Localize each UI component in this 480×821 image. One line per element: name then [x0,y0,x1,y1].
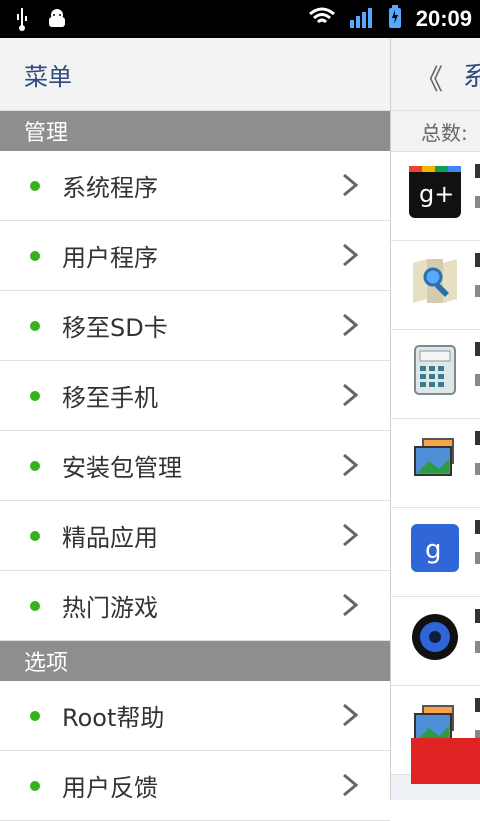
status-bar: 20:09 [0,0,480,38]
chevron-right-icon [338,241,362,269]
menu-item-label: 系统程序 [62,174,158,202]
drawer-title: 菜单 [24,62,72,91]
chevron-right-icon [338,311,362,339]
menu-item-user-feedback[interactable]: 用户反馈 [0,751,390,821]
text-fragment [475,431,480,445]
menu-item-label: 精品应用 [62,524,158,552]
menu-item-system-apps[interactable]: 系统程序 [0,151,390,221]
uninstall-button-partial[interactable] [411,738,480,784]
app-list-panel: 《 系 总数: g+ g [391,38,480,800]
menu-item-popular-games[interactable]: 热门游戏 [0,571,390,641]
drawer-header: 菜单 [0,38,390,111]
google-plus-icon: g+ [409,166,461,218]
text-fragment [475,285,480,297]
app-row[interactable]: g+ [391,152,480,241]
text-fragment [475,374,480,386]
menu-item-label: 用户程序 [62,244,158,272]
usb-icon [14,6,30,36]
app-row[interactable]: g [391,508,480,597]
bullet-dot [30,391,40,401]
bullet-dot [30,321,40,331]
section-header-options: 选项 [0,641,390,681]
menu-item-move-to-phone[interactable]: 移至手机 [0,361,390,431]
text-fragment [475,609,480,623]
navigation-drawer: 菜单 管理 系统程序 用户程序 移至SD卡 移至手机 安装包管理 精品应用 热门… [0,38,391,821]
bullet-dot [30,531,40,541]
app-row[interactable] [391,597,480,686]
chevron-right-icon [338,591,362,619]
chevron-right-icon [338,771,362,799]
bullet-dot [30,461,40,471]
bullet-dot [30,711,40,721]
speaker-icon [409,611,461,663]
chevron-right-icon [338,381,362,409]
battery-charging-icon [386,4,404,34]
app-row[interactable] [391,419,480,508]
text-fragment [475,342,480,356]
chevron-right-icon [338,451,362,479]
menu-item-label: Root帮助 [62,704,165,732]
total-count-label: 总数: [391,111,480,152]
bullet-dot [30,601,40,611]
menu-item-move-to-sd[interactable]: 移至SD卡 [0,291,390,361]
signal-icon [348,4,374,34]
menu-item-label: 用户反馈 [62,774,158,802]
svg-text:g: g [425,535,442,565]
gallery-icon [409,433,461,485]
menu-item-label: 移至SD卡 [62,314,168,342]
text-fragment [475,253,480,267]
app-row[interactable] [391,330,480,419]
chevron-right-icon [338,171,362,199]
panel-title-partial: 系 [463,62,480,92]
text-fragment [475,641,480,653]
google-search-icon: g [409,522,461,574]
menu-item-label: 热门游戏 [62,594,158,622]
menu-item-label: 安装包管理 [62,454,182,482]
wifi-icon [308,6,336,32]
bullet-dot [30,251,40,261]
menu-item-featured-apps[interactable]: 精品应用 [0,501,390,571]
text-fragment [475,164,480,178]
right-header: 《 系 [391,38,480,111]
chevron-right-icon [338,701,362,729]
maps-icon [409,255,461,307]
text-fragment [475,520,480,534]
clock: 20:09 [415,6,472,31]
text-fragment [475,552,480,564]
menu-item-user-apps[interactable]: 用户程序 [0,221,390,291]
bullet-dot [30,181,40,191]
section-header-management: 管理 [0,111,390,151]
menu-item-label: 移至手机 [62,384,158,412]
text-fragment [475,463,480,475]
menu-item-package-manager[interactable]: 安装包管理 [0,431,390,501]
app-row[interactable] [391,241,480,330]
android-debug-icon [46,8,68,34]
back-chevron[interactable]: 《 [415,58,443,98]
text-fragment [475,698,480,712]
menu-item-root-help[interactable]: Root帮助 [0,681,390,751]
calculator-icon [409,344,461,396]
bullet-dot [30,781,40,791]
chevron-right-icon [338,521,362,549]
text-fragment [475,196,480,208]
svg-text:g+: g+ [419,180,454,208]
